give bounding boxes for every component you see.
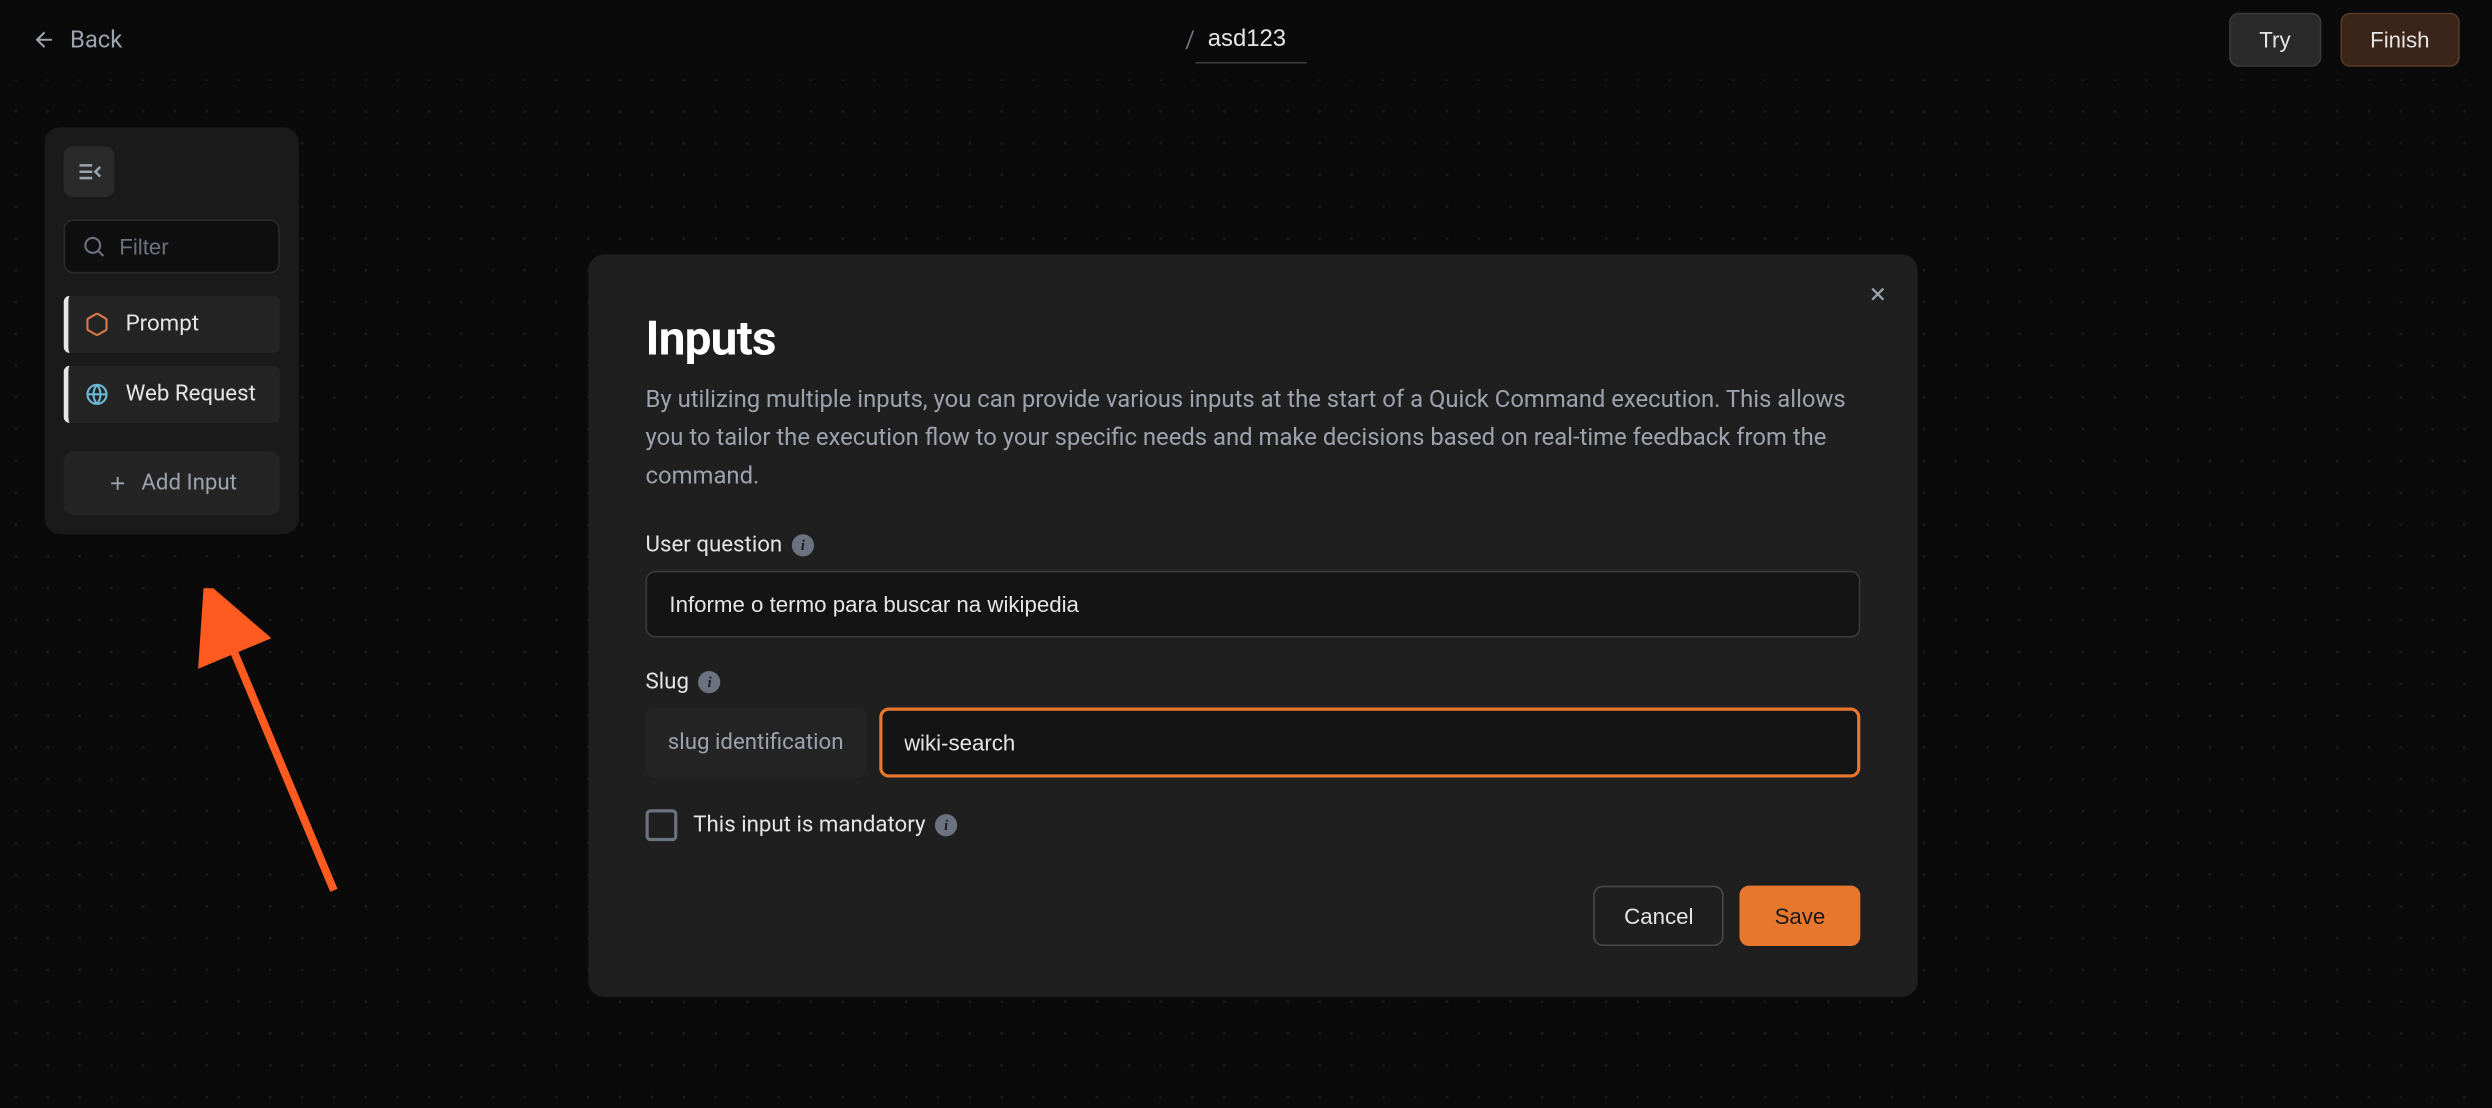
sidebar-collapse-button[interactable] [64, 146, 115, 197]
mandatory-row: This input is mandatory i [646, 809, 1861, 841]
header-bar: Back / Try Finish [0, 0, 2492, 80]
modal-description: By utilizing multiple inputs, you can pr… [646, 380, 1861, 494]
sidebar-item-label: Prompt [126, 312, 199, 337]
sidebar-item-web-request[interactable]: Web Request [64, 366, 280, 423]
list-collapse-icon [76, 161, 101, 183]
modal-title: Inputs [646, 312, 1861, 368]
breadcrumb: / [1185, 16, 1306, 64]
header-actions: Try Finish [2229, 13, 2460, 67]
add-input-label: Add Input [141, 471, 237, 496]
sidebar-item-prompt[interactable]: Prompt [64, 296, 280, 353]
globe-icon [84, 382, 109, 407]
info-icon[interactable]: i [698, 671, 720, 693]
back-label: Back [70, 25, 122, 54]
search-icon [81, 234, 106, 259]
cancel-button[interactable]: Cancel [1594, 886, 1724, 946]
annotation-arrow-icon [175, 588, 366, 906]
try-button[interactable]: Try [2229, 13, 2321, 67]
plus-icon [106, 472, 128, 494]
modal-close-button[interactable] [1867, 283, 1889, 305]
filter-container [64, 219, 280, 273]
user-question-input[interactable] [646, 571, 1861, 638]
add-input-button[interactable]: Add Input [64, 452, 280, 516]
sidebar-item-label: Web Request [126, 382, 256, 407]
slug-label: Slug i [646, 669, 1861, 694]
app-canvas: Back / Try Finish Prompt Web R [0, 0, 2492, 1108]
inputs-modal: Inputs By utilizing multiple inputs, you… [588, 254, 1917, 997]
mandatory-checkbox[interactable] [646, 809, 678, 841]
hexagon-icon [84, 312, 109, 337]
arrow-left-icon [32, 27, 57, 52]
slug-row: slug identification [646, 708, 1861, 778]
filter-input[interactable] [119, 234, 262, 259]
user-question-label: User question i [646, 533, 1861, 558]
breadcrumb-slash: / [1185, 25, 1195, 54]
back-button[interactable]: Back [32, 25, 123, 54]
save-button[interactable]: Save [1740, 886, 1861, 946]
slug-input[interactable] [879, 708, 1861, 778]
page-title-input[interactable] [1195, 16, 1306, 64]
sidebar-panel: Prompt Web Request Add Input [45, 127, 299, 534]
finish-button[interactable]: Finish [2340, 13, 2460, 67]
mandatory-label: This input is mandatory i [693, 812, 957, 837]
info-icon[interactable]: i [935, 814, 957, 836]
info-icon[interactable]: i [792, 534, 814, 556]
modal-footer: Cancel Save [646, 886, 1861, 946]
close-icon [1867, 283, 1889, 305]
slug-prefix-chip: slug identification [646, 708, 866, 778]
